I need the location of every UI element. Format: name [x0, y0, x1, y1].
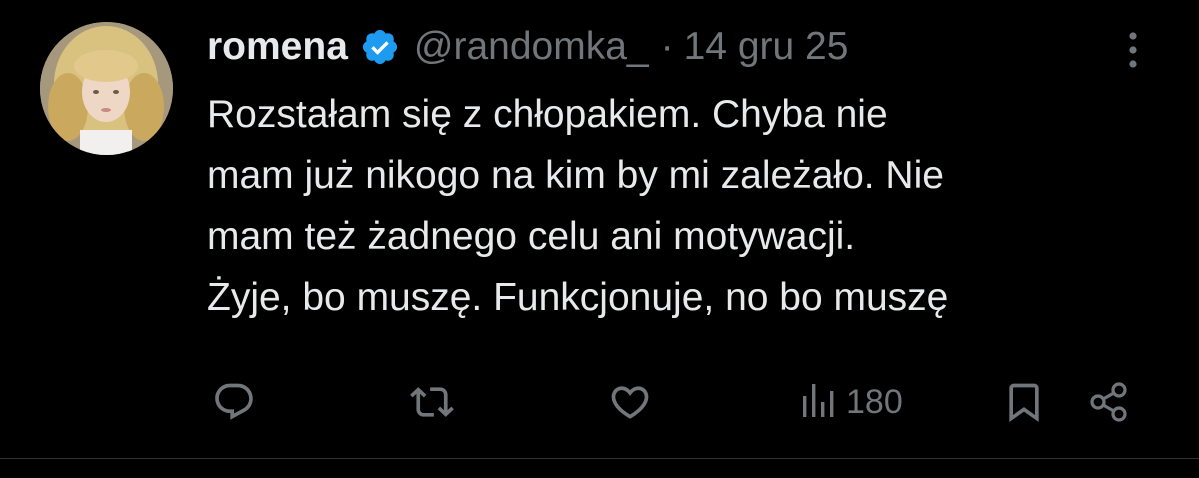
separator-dot: · [660, 25, 674, 68]
views-count: 180 [846, 382, 903, 421]
bookmark-button[interactable] [1002, 372, 1046, 432]
tweet-text: Rozstałam się z chłopakiem. Chyba nie ma… [207, 93, 949, 319]
retweet-icon [410, 380, 454, 424]
share-button[interactable] [1088, 372, 1132, 432]
tweet[interactable]: romena @randomka_ · 14 gru 25 Rozstałam … [0, 0, 1199, 458]
avatar[interactable] [40, 22, 173, 155]
heart-icon [608, 380, 652, 424]
views-button[interactable]: 180 [800, 372, 903, 432]
divider [0, 458, 1199, 459]
bookmark-icon [1002, 380, 1046, 424]
like-button[interactable] [608, 372, 652, 432]
tweet-header: romena @randomka_ · 14 gru 25 [207, 22, 848, 72]
reply-bubble-icon [212, 380, 256, 424]
author-name[interactable]: romena [207, 25, 348, 69]
tweet-actions: 180 [0, 372, 1199, 432]
author-handle[interactable]: @randomka_ [414, 25, 649, 69]
share-icon [1088, 380, 1132, 424]
verified-badge-icon[interactable] [360, 27, 400, 67]
tweet-date[interactable]: 14 gru 25 [684, 25, 849, 69]
more-vertical-icon[interactable] [1116, 30, 1150, 70]
reply-button[interactable] [212, 372, 256, 432]
bar-chart-icon [800, 382, 840, 422]
retweet-button[interactable] [410, 372, 454, 432]
